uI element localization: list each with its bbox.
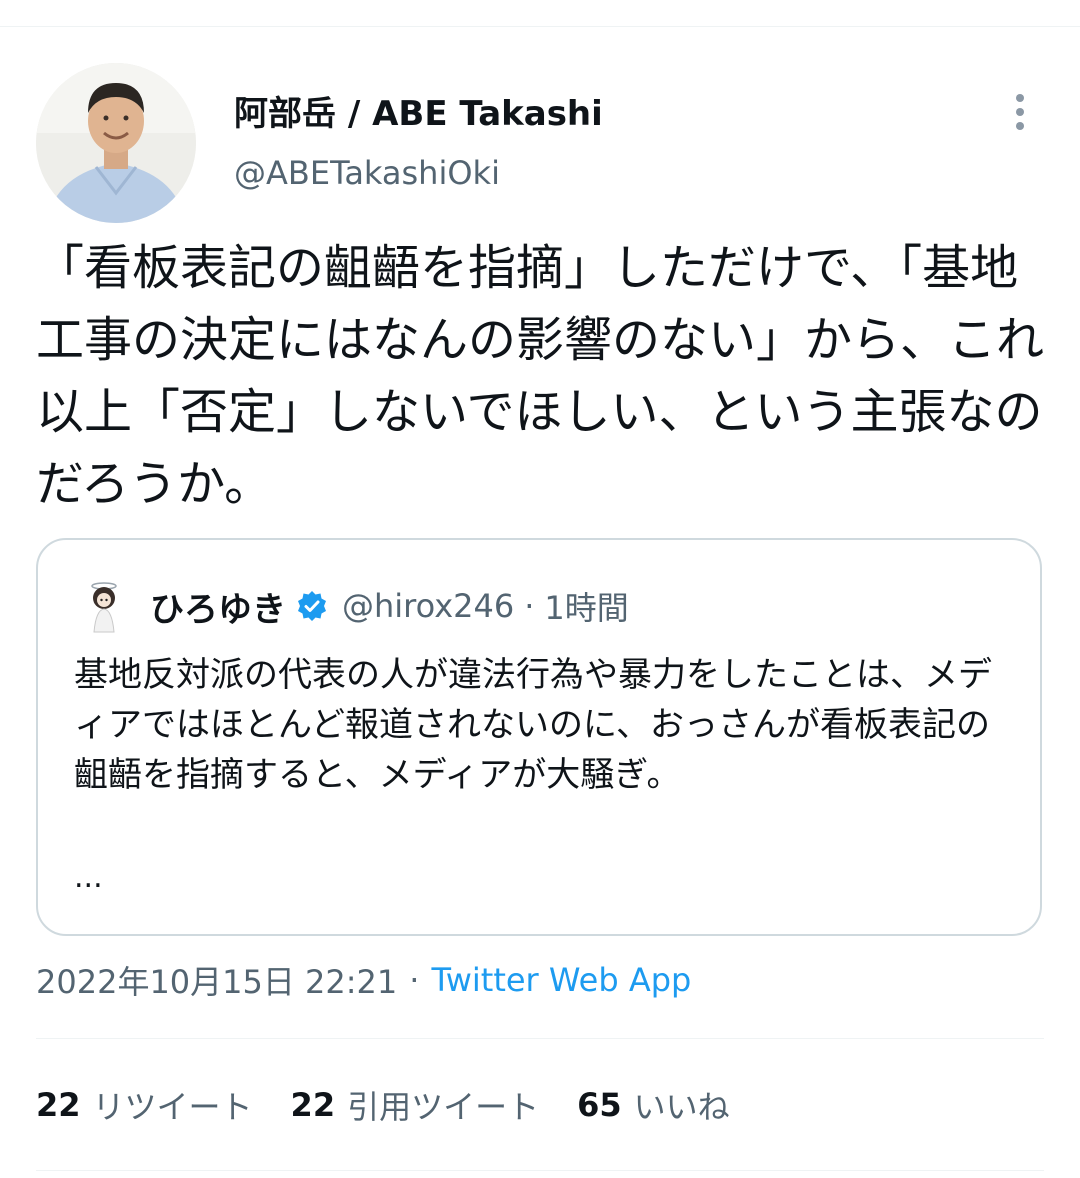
verified-badge-icon	[296, 590, 328, 622]
quote-ellipsis: ...	[74, 860, 103, 895]
quote-header: ひろゆき @hirox246 · 1時間	[150, 582, 629, 631]
more-vertical-icon[interactable]	[998, 84, 1042, 140]
quote-timestamp[interactable]: 1時間	[544, 583, 628, 629]
quote-tweets-label: 引用ツイート	[347, 1088, 540, 1126]
likes-count: 65	[577, 1086, 622, 1124]
quote-author-handle[interactable]: @hirox246	[342, 587, 514, 625]
quote-text: 基地反対派の代表の人が違法行為や暴力をしたことは、メディアではほとんど報道されな…	[74, 655, 992, 795]
author-avatar[interactable]	[36, 63, 196, 223]
quoted-tweet-card[interactable]: ひろゆき @hirox246 · 1時間 基地反対派の代表の人が違法行為や暴力を…	[36, 538, 1042, 936]
author-handle[interactable]: @ABETakashiOki	[234, 152, 500, 194]
quote-tweets-count: 22	[290, 1086, 336, 1124]
quote-author-avatar[interactable]	[82, 578, 126, 634]
likes-stat[interactable]: 65 いいね	[577, 1082, 730, 1128]
tweet-meta: 2022年10月15日 22:21 · Twitter Web App	[36, 958, 691, 1002]
tweet-timestamp[interactable]: 2022年10月15日 22:21	[36, 957, 397, 1003]
top-divider	[0, 26, 1080, 27]
divider	[36, 1170, 1044, 1171]
tweet-stats: 22 リツイート 22 引用ツイート 65 いいね	[36, 1082, 768, 1128]
retweets-count: 22	[36, 1086, 81, 1124]
quote-separator: ·	[524, 587, 535, 625]
author-name[interactable]: 阿部岳 / ABE Takashi	[234, 92, 603, 136]
tweet-source-link[interactable]: Twitter Web App	[431, 961, 691, 999]
quote-tweets-stat[interactable]: 22 引用ツイート	[291, 1082, 540, 1128]
likes-label: いいね	[633, 1088, 730, 1126]
meta-separator: ·	[409, 961, 420, 999]
divider	[36, 1038, 1044, 1039]
tweet-text: 「看板表記の齟齬を指摘」しただけで、「基地工事の決定にはなんの影響のない」から、…	[36, 240, 1045, 512]
retweets-label: リツイート	[92, 1088, 253, 1126]
quote-author-name[interactable]: ひろゆき	[150, 582, 286, 631]
retweets-stat[interactable]: 22 リツイート	[36, 1082, 253, 1128]
